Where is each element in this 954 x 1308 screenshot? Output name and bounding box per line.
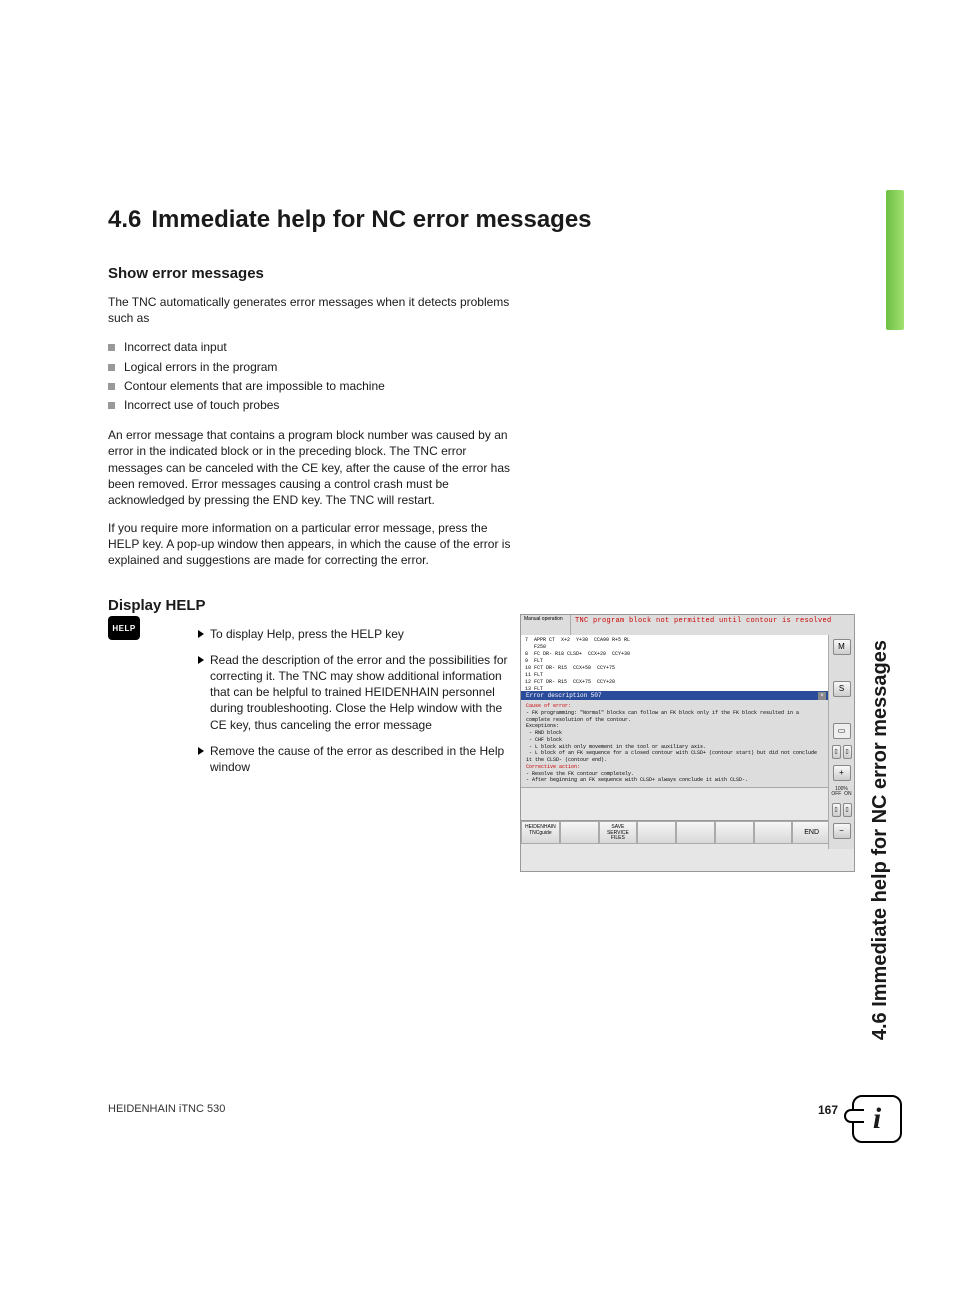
softkey-end[interactable]: END xyxy=(792,821,831,844)
fig-program-listing: 7 APPR CT X+2 Y+30 CCA90 R+5 RL F250 8 F… xyxy=(521,635,831,691)
show-errors-para3: If you require more information on a par… xyxy=(108,520,518,569)
subheading-show-errors: Show error messages xyxy=(108,265,838,282)
fig-softkey-row: HEIDENHAIN TNCguide SAVE SERVICE FILES E… xyxy=(521,820,831,844)
fig-error-title: TNC program block not permitted until co… xyxy=(571,615,854,635)
display-help-steps: To display Help, press the HELP key Read… xyxy=(198,626,508,776)
info-icon: i xyxy=(852,1095,902,1143)
fig-mode-label: Manual operation xyxy=(521,615,571,635)
code-lines: 7 APPR CT X+2 Y+30 CCA90 R+5 RL F250 8 F… xyxy=(525,637,630,691)
sidebar-m-button[interactable]: M xyxy=(833,639,851,655)
fig-left-area: 7 APPR CT X+2 Y+30 CCA90 R+5 RL F250 8 F… xyxy=(521,635,831,849)
corrective-header: Corrective action: xyxy=(526,764,826,771)
show-errors-intro: The TNC automatically generates error me… xyxy=(108,294,518,326)
sidebar-plus-button[interactable]: + xyxy=(833,765,851,781)
tnc-help-screenshot: Manual operation TNC program block not p… xyxy=(520,614,855,872)
main-heading: 4.6 Immediate help for NC error messages xyxy=(108,205,838,235)
corrective-body: - Resolve the FK contour completely. - A… xyxy=(526,771,826,785)
softkey-line: TNCguide xyxy=(522,831,559,837)
fig-sidebar: M S ▭ ▯ ▯ + 100% OFF ON ▯ ▯ − xyxy=(828,635,854,849)
fig-error-header-text: Error description 507 xyxy=(526,692,602,699)
show-errors-bullets: Incorrect data input Logical errors in t… xyxy=(108,338,518,415)
step-item: Remove the cause of the error as describ… xyxy=(198,743,508,775)
fig-titlebar: Manual operation TNC program block not p… xyxy=(521,615,854,635)
sidebar-tool-icon[interactable]: ▭ xyxy=(833,723,851,739)
fig-blank-area xyxy=(521,788,831,820)
cause-header: Cause of error: xyxy=(526,703,826,710)
side-accent-bar xyxy=(886,190,904,330)
footer-page-number: 167 xyxy=(818,1103,838,1117)
bullet-item: Logical errors in the program xyxy=(108,358,518,377)
bullet-item: Incorrect data input xyxy=(108,338,518,357)
softkey-empty[interactable] xyxy=(560,821,599,844)
cause-body: - FK programming: "Normal" blocks can fo… xyxy=(526,710,826,764)
fig-error-description-box: Cause of error: - FK programming: "Norma… xyxy=(521,700,831,788)
sidebar-minus-button[interactable]: − xyxy=(833,823,851,839)
softkey-save-service-files[interactable]: SAVE SERVICE FILES xyxy=(599,821,638,844)
heading-title: Immediate help for NC error messages xyxy=(151,206,591,233)
side-tab-label: 4.6 Immediate help for NC error messages xyxy=(869,640,892,1040)
help-key-icon: HELP xyxy=(108,616,140,640)
step-item: To display Help, press the HELP key xyxy=(198,626,508,642)
sidebar-pair: ▯ ▯ xyxy=(832,745,852,759)
softkey-heidenhain-tncguide[interactable]: HEIDENHAIN TNCguide xyxy=(521,821,560,844)
bullet-item: Contour elements that are impossible to … xyxy=(108,377,518,396)
softkey-line: FILES xyxy=(600,836,637,842)
sidebar-pair: ▯ ▯ xyxy=(832,803,852,817)
close-icon[interactable]: × xyxy=(818,692,826,700)
sidebar-small-btn[interactable]: ▯ xyxy=(832,745,841,759)
softkey-empty[interactable] xyxy=(715,821,754,844)
side-tab: 4.6 Immediate help for NC error messages xyxy=(850,190,884,650)
softkey-empty[interactable] xyxy=(676,821,715,844)
softkey-empty[interactable] xyxy=(637,821,676,844)
subheading-display-help: Display HELP xyxy=(108,597,838,614)
sidebar-override-label: 100% OFF ON xyxy=(831,787,851,797)
sidebar-small-btn[interactable]: ▯ xyxy=(843,745,852,759)
footer-product: HEIDENHAIN iTNC 530 xyxy=(108,1103,225,1115)
show-errors-para2: An error message that contains a program… xyxy=(108,427,518,508)
page-footer: HEIDENHAIN iTNC 530 167 xyxy=(108,1103,838,1115)
step-item: Read the description of the error and th… xyxy=(198,652,508,733)
sidebar-s-button[interactable]: S xyxy=(833,681,851,697)
sidebar-small-btn[interactable]: ▯ xyxy=(843,803,852,817)
on-label: ON xyxy=(844,791,852,797)
softkey-empty[interactable] xyxy=(754,821,793,844)
heading-number: 4.6 xyxy=(108,205,141,235)
off-label: OFF xyxy=(831,791,841,797)
sidebar-small-btn[interactable]: ▯ xyxy=(832,803,841,817)
fig-error-header-bar: Error description 507 × xyxy=(521,691,831,700)
bullet-item: Incorrect use of touch probes xyxy=(108,396,518,415)
